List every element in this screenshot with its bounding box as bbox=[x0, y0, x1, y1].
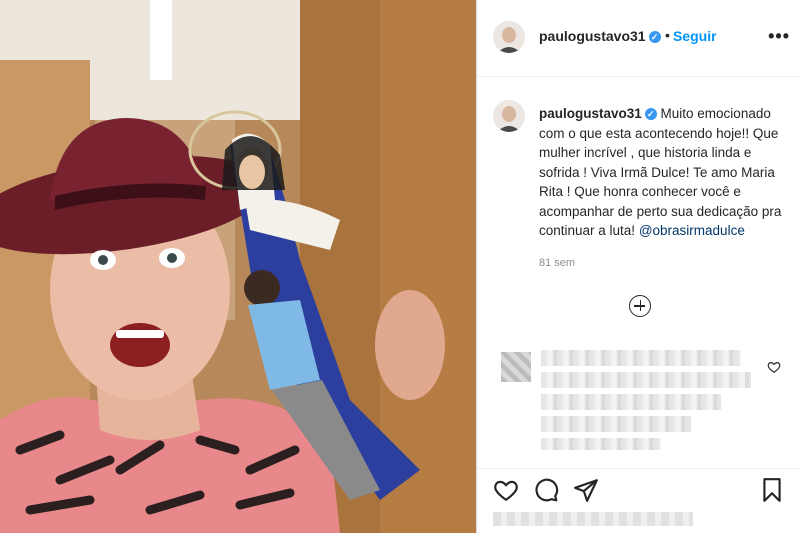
caption-text: paulogustavo31 ✓ Muito emocionado com o q… bbox=[539, 104, 785, 241]
post-header: paulogustavo31 ✓ • Seguir ••• bbox=[477, 0, 800, 77]
action-bar bbox=[477, 468, 800, 509]
verified-badge-icon: ✓ bbox=[648, 31, 661, 43]
photo-illustration bbox=[0, 0, 476, 533]
plus-circle-icon[interactable] bbox=[629, 295, 651, 317]
blurred-avatar bbox=[501, 352, 531, 382]
caption-avatar[interactable] bbox=[493, 100, 525, 132]
author-username[interactable]: paulogustavo31 ✓ bbox=[539, 28, 661, 44]
post-photo[interactable] bbox=[0, 0, 476, 533]
paper-plane-icon[interactable] bbox=[573, 477, 599, 503]
follow-button[interactable]: Seguir bbox=[673, 28, 717, 44]
caption-body: Muito emocionado com o que esta acontece… bbox=[539, 106, 782, 238]
blurred-comment bbox=[477, 348, 800, 458]
blurred-text-line bbox=[541, 372, 751, 388]
blurred-text-line bbox=[541, 438, 661, 450]
heart-outline-icon[interactable] bbox=[767, 360, 781, 374]
header-separator: • bbox=[665, 27, 670, 43]
caption-mention-link[interactable]: @obrasirmadulce bbox=[639, 223, 745, 238]
post-side-panel: paulogustavo31 ✓ • Seguir ••• paulogustav… bbox=[476, 0, 800, 533]
comment-bubble-icon[interactable] bbox=[533, 477, 559, 503]
blurred-likes-count bbox=[493, 512, 693, 526]
verified-badge-icon: ✓ bbox=[644, 108, 657, 120]
blurred-text-line bbox=[541, 416, 691, 432]
author-username-text[interactable]: paulogustavo31 bbox=[539, 28, 646, 44]
blurred-text-line bbox=[541, 394, 721, 410]
author-avatar[interactable] bbox=[493, 21, 525, 53]
caption-timestamp[interactable]: 81 sem bbox=[539, 257, 575, 269]
bookmark-icon[interactable] bbox=[759, 477, 785, 503]
ellipsis-icon[interactable]: ••• bbox=[768, 26, 790, 47]
heart-icon[interactable] bbox=[493, 477, 519, 503]
caption-username[interactable]: paulogustavo31 bbox=[539, 106, 642, 121]
blurred-text-line bbox=[541, 350, 741, 366]
instagram-post: paulogustavo31 ✓ • Seguir ••• paulogustav… bbox=[0, 0, 800, 533]
